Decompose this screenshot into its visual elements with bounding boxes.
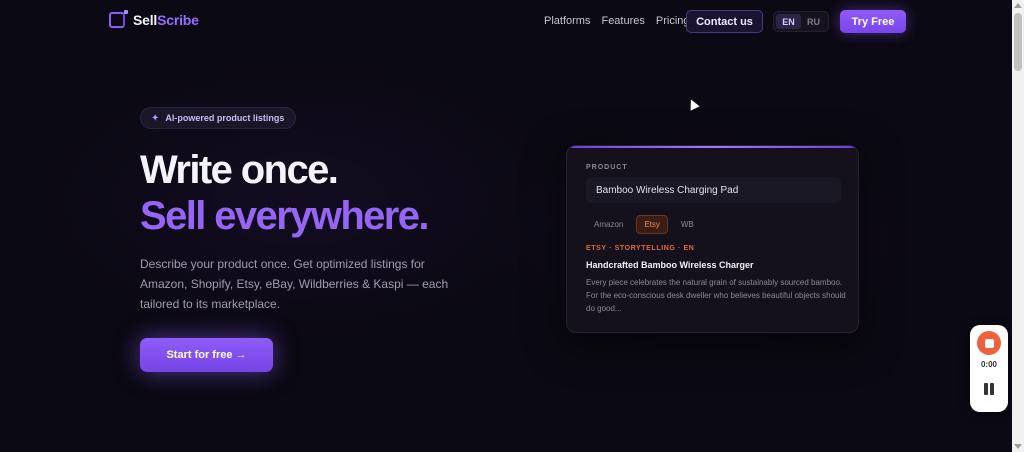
tab-etsy[interactable]: Etsy — [636, 215, 668, 234]
page-scrollbar[interactable] — [1012, 0, 1024, 452]
feature-badge: ✦ AI-powered product listings — [140, 107, 297, 129]
listing-meta: ETSY · STORYTELLING · EN — [586, 245, 695, 252]
product-label: PRODUCT — [586, 164, 628, 171]
headline-line1: Write once. — [140, 148, 339, 192]
pause-icon[interactable] — [984, 383, 994, 395]
marketplace-tabs: Amazon Etsy WB — [586, 215, 702, 234]
logo[interactable]: SellScribe — [109, 10, 199, 28]
scroll-down-arrow-icon[interactable] — [1014, 444, 1022, 449]
mouse-cursor-icon — [686, 97, 700, 111]
recording-time: 0:00 — [980, 360, 997, 369]
nav-item-features[interactable]: Features — [601, 15, 644, 27]
logo-icon — [109, 10, 128, 28]
listing-body: Every piece celebrates the natural grain… — [586, 278, 846, 313]
tab-wb[interactable]: WB — [673, 215, 702, 234]
logo-text-sell: Sell — [133, 12, 158, 28]
try-free-button[interactable]: Try Free — [840, 10, 906, 33]
start-for-free-button[interactable]: Start for free → — [140, 338, 273, 372]
headline-line2: Sell everywhere. — [140, 194, 430, 238]
lang-option-ru[interactable]: RU — [801, 14, 826, 29]
site-header: SellScribe Platforms Features Pricing Co… — [0, 0, 1012, 44]
logo-text: SellScribe — [133, 12, 199, 28]
lang-option-en[interactable]: EN — [776, 14, 801, 29]
screen-recorder-widget: 0:00 — [970, 325, 1008, 412]
sparkle-icon: ✦ — [151, 112, 160, 124]
nav-item-platforms[interactable]: Platforms — [544, 15, 590, 27]
stop-recording-button[interactable] — [977, 331, 1001, 355]
tab-amazon[interactable]: Amazon — [586, 215, 631, 234]
scroll-thumb[interactable] — [1014, 13, 1022, 71]
badge-text: AI-powered product listings — [165, 113, 285, 123]
nav-item-pricing[interactable]: Pricing — [656, 15, 690, 27]
listing-title: Handcrafted Bamboo Wireless Charger — [586, 260, 754, 270]
language-switcher: EN RU — [773, 11, 829, 32]
logo-text-scribe: Scribe — [157, 12, 199, 28]
scroll-up-arrow-icon[interactable] — [1014, 3, 1022, 8]
product-preview-card: PRODUCT Bamboo Wireless Charging Pad Ama… — [566, 145, 859, 333]
hero-description: Describe your product once. Get optimize… — [140, 257, 449, 311]
contact-us-button[interactable]: Contact us — [686, 10, 763, 33]
product-input[interactable]: Bamboo Wireless Charging Pad — [586, 177, 841, 203]
main-nav: Platforms Features Pricing — [544, 15, 690, 27]
